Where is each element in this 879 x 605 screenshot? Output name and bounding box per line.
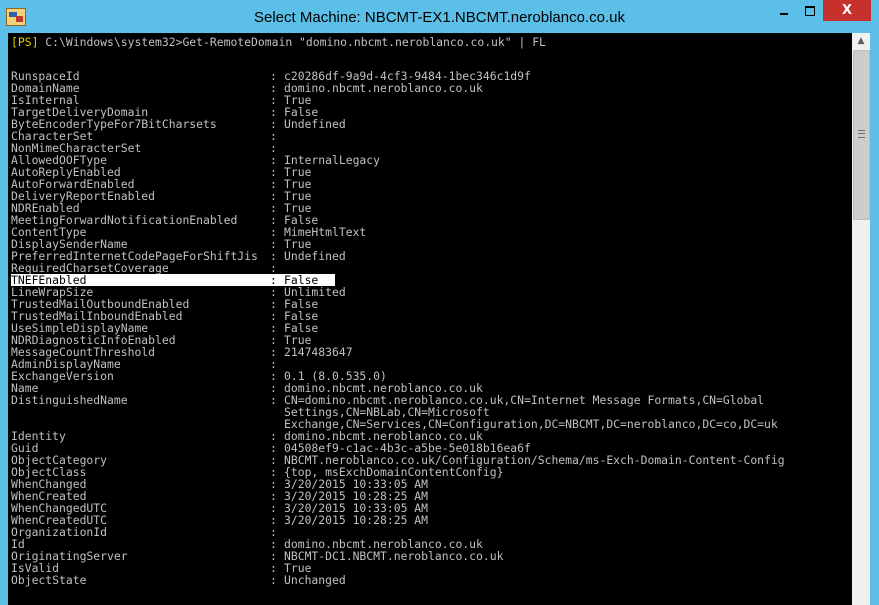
close-icon: X [841, 3, 853, 18]
property-separator: : [270, 393, 277, 407]
property-value: 3/20/2015 10:28:25 AM [284, 513, 429, 527]
property-value: Undefined [284, 249, 346, 263]
window-title: Select Machine: NBCMT-EX1.NBCMT.neroblan… [254, 9, 625, 26]
console-output[interactable]: [PS] C:\Windows\system32>Get-RemoteDomai… [8, 33, 852, 605]
property-value: NBCMT-DC1.NBCMT.neroblanco.co.uk [284, 549, 504, 563]
property-value: domino.nbcmt.neroblanco.co.uk [284, 81, 483, 95]
grip-lines-icon [858, 130, 865, 138]
property-name: ObjectState [11, 573, 87, 587]
scroll-up-arrow-icon[interactable]: ▲ [852, 33, 870, 50]
property-value: Unchanged [284, 573, 346, 587]
scroll-thumb[interactable] [853, 50, 870, 220]
property-value: Undefined [284, 117, 346, 131]
property-separator: : [270, 573, 277, 587]
maximize-button[interactable] [797, 0, 823, 21]
minimize-icon [780, 12, 788, 15]
prompt-line: [PS] C:\Windows\system32>Get-RemoteDomai… [11, 36, 546, 48]
vertical-scrollbar[interactable]: ▲ [852, 33, 870, 605]
prompt-tag: [PS] [11, 35, 39, 49]
property-name: DistinguishedName [11, 393, 128, 407]
property-value: 2147483647 [284, 345, 353, 359]
title-bar: Select Machine: NBCMT-EX1.NBCMT.neroblan… [0, 0, 879, 33]
maximize-icon [805, 5, 815, 16]
window-frame-right [870, 33, 879, 605]
close-button[interactable]: X [823, 0, 871, 21]
property-name: OrganizationId [11, 525, 108, 539]
command-text: C:\Windows\system32>Get-RemoteDomain "do… [38, 35, 546, 49]
minimize-button[interactable] [771, 0, 797, 21]
